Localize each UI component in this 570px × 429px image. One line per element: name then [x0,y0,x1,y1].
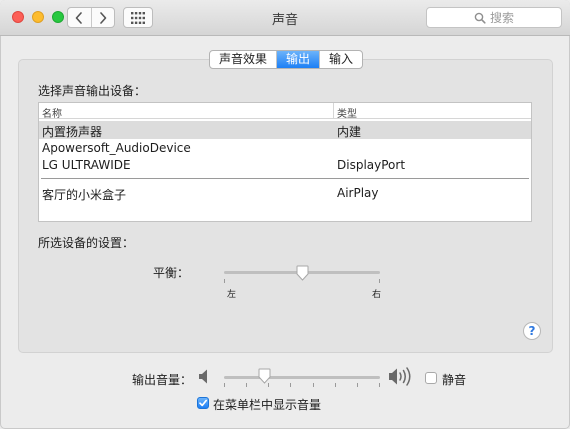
balance-slider[interactable] [224,262,380,292]
search-field[interactable]: 搜索 [426,7,562,28]
volume-slider[interactable] [224,366,380,390]
help-icon: ? [528,324,536,338]
search-icon [474,12,486,24]
volume-track [224,376,380,379]
show-volume-in-menubar-label: 在菜单栏中显示音量 [213,398,322,412]
checkmark-icon [199,399,208,407]
balance-label: 平衡： [153,266,190,280]
balance-knob[interactable] [296,265,309,281]
speaker-high-icon [389,367,411,386]
device-name: Apowersoft_AudioDevice [42,141,191,155]
device-row[interactable]: 客厅的小米盒子 AirPlay [39,184,531,202]
search-placeholder: 搜索 [489,11,514,25]
sound-preferences-window: 声音 搜索 声音效果 输出 输入 选择声音输出设备： 名称 类型 内置扬声器 内… [0,0,570,429]
volume-tick [224,383,225,387]
volume-tick [313,383,314,387]
device-name: LG ULTRAWIDE [42,158,131,172]
mute-checkbox[interactable] [425,372,437,384]
device-row[interactable]: Apowersoft_AudioDevice [39,139,531,157]
volume-tick [290,383,291,387]
tab-sound-effects[interactable]: 声音效果 [210,51,276,68]
volume-tick [335,383,336,387]
help-button[interactable]: ? [523,322,541,340]
balance-tick [224,279,225,283]
tab-input[interactable]: 输入 [319,51,362,68]
mute-label: 静音 [442,373,467,387]
output-volume-label: 输出音量： [132,373,193,387]
device-type: 内建 [337,125,362,139]
device-list-header: 名称 类型 [39,103,531,120]
device-type: DisplayPort [337,158,406,172]
volume-tick [357,383,358,387]
title-bar: 声音 搜索 [0,0,570,36]
balance-tick [379,279,380,283]
speaker-low-icon [199,369,207,384]
volume-knob[interactable] [258,368,271,384]
device-type: AirPlay [337,186,379,200]
device-group-divider [41,178,529,179]
select-device-label: 选择声音输出设备： [38,84,147,98]
balance-left-label: 左 [227,290,237,300]
balance-right-label: 右 [372,290,382,300]
column-type-header[interactable]: 类型 [337,105,357,120]
column-name-header[interactable]: 名称 [42,105,62,120]
device-row[interactable]: 内置扬声器 内建 [39,121,531,139]
tab-output[interactable]: 输出 [276,51,320,68]
device-settings-label: 所选设备的设置： [38,236,135,250]
tab-bar: 声音效果 输出 输入 [209,50,364,69]
column-divider [333,103,334,119]
show-volume-in-menubar-checkbox[interactable] [197,397,209,409]
device-row[interactable]: LG ULTRAWIDE DisplayPort [39,156,531,174]
volume-tick [246,383,247,387]
device-list[interactable]: 名称 类型 内置扬声器 内建 Apowersoft_AudioDevice LG… [38,102,532,222]
device-name: 内置扬声器 [42,125,103,139]
volume-tick [379,383,380,387]
device-name: 客厅的小米盒子 [42,188,127,202]
